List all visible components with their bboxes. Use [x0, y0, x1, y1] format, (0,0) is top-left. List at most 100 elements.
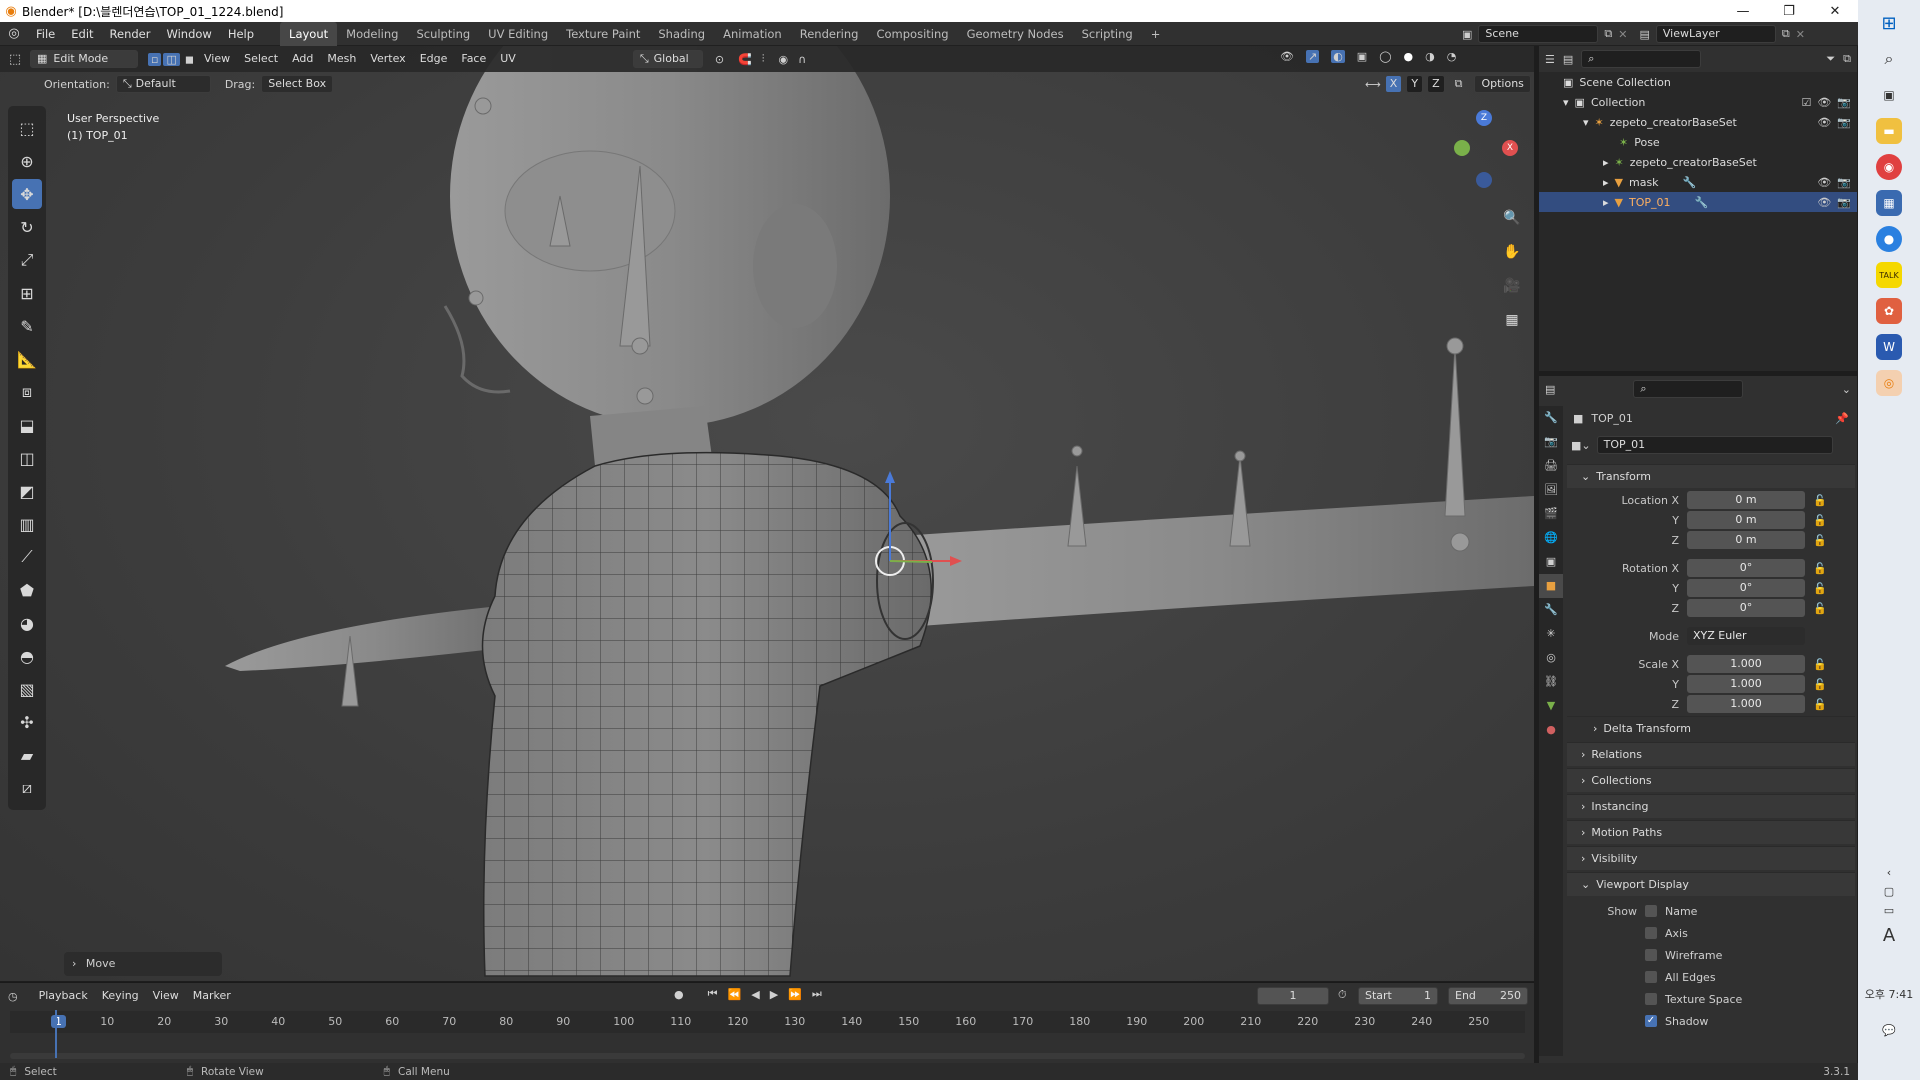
object-tab-icon[interactable]: ■	[1539, 574, 1563, 598]
outliner-search-input[interactable]: ⌕	[1581, 50, 1702, 68]
show-name-checkbox[interactable]	[1645, 905, 1657, 917]
last-operator-panel[interactable]: › Move	[64, 952, 222, 976]
menu-uv[interactable]: UV	[493, 47, 523, 71]
tab-layout[interactable]: Layout	[280, 21, 338, 46]
knife-icon[interactable]: ⟋	[12, 542, 42, 572]
new-collection-icon[interactable]: ⧉	[1843, 52, 1851, 66]
scale-z-field[interactable]: 1.000	[1687, 695, 1805, 713]
particles-tab-icon[interactable]: ✳	[1539, 622, 1563, 646]
blender-menu-icon[interactable]: ◎	[0, 26, 28, 41]
location-x-field[interactable]: 0 m	[1687, 491, 1805, 509]
menu-file[interactable]: File	[28, 22, 63, 46]
output-tab-icon[interactable]: 🖨	[1539, 454, 1563, 478]
gizmo-toggle-icon[interactable]: ↗	[1305, 50, 1320, 63]
material-shading-icon[interactable]: ◑	[1425, 50, 1435, 63]
lock-icon[interactable]: 🔓	[1813, 602, 1827, 615]
instancing-panel-header[interactable]: › Instancing	[1567, 794, 1855, 818]
eye-icon[interactable]: 👁	[1817, 176, 1831, 189]
show-texture-space-checkbox[interactable]	[1645, 993, 1657, 1005]
search-icon[interactable]: ⌕	[1876, 46, 1902, 72]
delete-viewlayer-icon[interactable]: ✕	[1796, 28, 1805, 41]
expand-icon[interactable]: ▸	[1603, 176, 1609, 189]
transform-orientation-dropdown[interactable]: ⤡ Global	[632, 50, 703, 68]
outliner-row-collection[interactable]: ▾ ▣ Collection ☑ 👁 📷	[1539, 92, 1857, 112]
menu-face[interactable]: Face	[454, 47, 493, 71]
auto-merge-icon[interactable]: ⧉	[1455, 77, 1463, 91]
jump-end-icon[interactable]: ⏭	[812, 987, 822, 1001]
checkbox-icon[interactable]: ☑	[1801, 96, 1811, 109]
menu-vertex[interactable]: Vertex	[363, 47, 412, 71]
proportional-edit-icon[interactable]: ◉	[779, 53, 789, 66]
outliner-row-pose[interactable]: ✶ Pose	[1539, 132, 1857, 152]
menu-window[interactable]: Window	[158, 22, 219, 46]
constraints-tab-icon[interactable]: ⛓	[1539, 670, 1563, 694]
ortho-grid-icon[interactable]: ▦	[1500, 308, 1524, 332]
transform-tool-icon[interactable]: ⊞	[12, 278, 42, 308]
lock-icon[interactable]: 🔓	[1813, 678, 1827, 691]
3d-viewport[interactable]: ⬚ ▦ Edit Mode ▫ ◫ ◼ View Select Add Mesh …	[0, 46, 1534, 981]
start-frame-field[interactable]: Start 1	[1358, 987, 1438, 1005]
menu-marker[interactable]: Marker	[186, 984, 238, 1008]
xray-icon[interactable]: ▣	[1357, 50, 1367, 63]
properties-search-input[interactable]: ⌕	[1633, 380, 1744, 398]
shear-icon[interactable]: ▰	[12, 740, 42, 770]
overlay-toggle-icon[interactable]: ◐	[1331, 50, 1345, 63]
display-mode-icon[interactable]: ▤	[1563, 53, 1573, 66]
add-cube-icon[interactable]: ⧈	[12, 377, 42, 407]
measure-icon[interactable]: 📐	[12, 344, 42, 374]
render-tab-icon[interactable]: 📷	[1539, 430, 1563, 454]
tab-animation[interactable]: Animation	[714, 22, 791, 46]
camera-icon[interactable]: 📷	[1837, 176, 1851, 189]
expand-icon[interactable]: ▸	[1603, 196, 1609, 209]
smooth-icon[interactable]: ◓	[12, 641, 42, 671]
tab-compositing[interactable]: Compositing	[867, 22, 957, 46]
menu-mesh[interactable]: Mesh	[320, 47, 363, 71]
shrink-fatten-icon[interactable]: ✣	[12, 707, 42, 737]
modifier-tab-icon[interactable]: 🔧	[1539, 598, 1563, 622]
file-explorer-icon[interactable]: ▬	[1876, 118, 1902, 144]
tab-uv-editing[interactable]: UV Editing	[479, 22, 557, 46]
new-scene-icon[interactable]: ⧉	[1604, 27, 1612, 41]
eye-icon[interactable]: 👁	[1817, 116, 1831, 129]
lock-icon[interactable]: 🔓	[1813, 494, 1827, 507]
axis-x-toggle[interactable]: X	[1384, 75, 1403, 93]
data-tab-icon[interactable]: ▼	[1539, 694, 1563, 718]
navigation-gizmo[interactable]: Z X	[1450, 110, 1520, 190]
pan-hand-icon[interactable]: ✋	[1500, 240, 1524, 264]
falloff-icon[interactable]: ∩	[798, 53, 806, 66]
close-button[interactable]: ✕	[1812, 4, 1858, 19]
dropdown-icon[interactable]: ⌄	[1842, 383, 1851, 396]
object-browse-icon[interactable]: ■⌄	[1571, 439, 1591, 452]
rotation-z-field[interactable]: 0°	[1687, 599, 1805, 617]
next-keyframe-icon[interactable]: ⏩	[788, 988, 802, 1001]
z-axis-ball[interactable]: Z	[1476, 110, 1492, 126]
face-select-icon[interactable]: ◼	[182, 53, 197, 66]
eye-icon[interactable]: 👁	[1817, 196, 1831, 209]
pivot-icon[interactable]: ⊙	[715, 53, 724, 66]
language-indicator[interactable]: A	[1858, 925, 1920, 946]
show-all-edges-checkbox[interactable]	[1645, 971, 1657, 983]
transform-panel-header[interactable]: ⌄ Transform	[1567, 464, 1855, 488]
viewlayer-field[interactable]: ViewLayer	[1655, 25, 1776, 43]
expand-icon[interactable]: ▾	[1583, 116, 1589, 129]
show-wireframe-checkbox[interactable]	[1645, 949, 1657, 961]
filter-icon[interactable]: ⏷	[1826, 52, 1835, 66]
clock[interactable]: 오후 7:41	[1858, 986, 1920, 1002]
menu-view[interactable]: View	[197, 47, 237, 71]
axis-z-toggle[interactable]: Z	[1427, 75, 1445, 93]
show-axis-checkbox[interactable]	[1645, 927, 1657, 939]
editor-type-icon[interactable]: ◷	[8, 990, 18, 1003]
delete-scene-icon[interactable]: ✕	[1618, 28, 1627, 41]
rip-icon[interactable]: ⧄	[12, 773, 42, 803]
playhead[interactable]	[55, 1010, 57, 1058]
annotate-icon[interactable]: ✎	[12, 311, 42, 341]
rotation-mode-dropdown[interactable]: XYZ Euler	[1687, 627, 1805, 645]
jump-start-icon[interactable]: ⏮	[708, 987, 718, 1001]
options-dropdown[interactable]: Options	[1474, 75, 1531, 93]
blender-taskbar-icon[interactable]: ◎	[1876, 370, 1902, 396]
camera-icon[interactable]: 📷	[1837, 96, 1851, 109]
axis-y-toggle[interactable]: Y	[1406, 75, 1424, 93]
menu-playback[interactable]: Playback	[32, 984, 95, 1008]
tab-shading[interactable]: Shading	[649, 22, 714, 46]
menu-edit[interactable]: Edit	[63, 22, 101, 46]
